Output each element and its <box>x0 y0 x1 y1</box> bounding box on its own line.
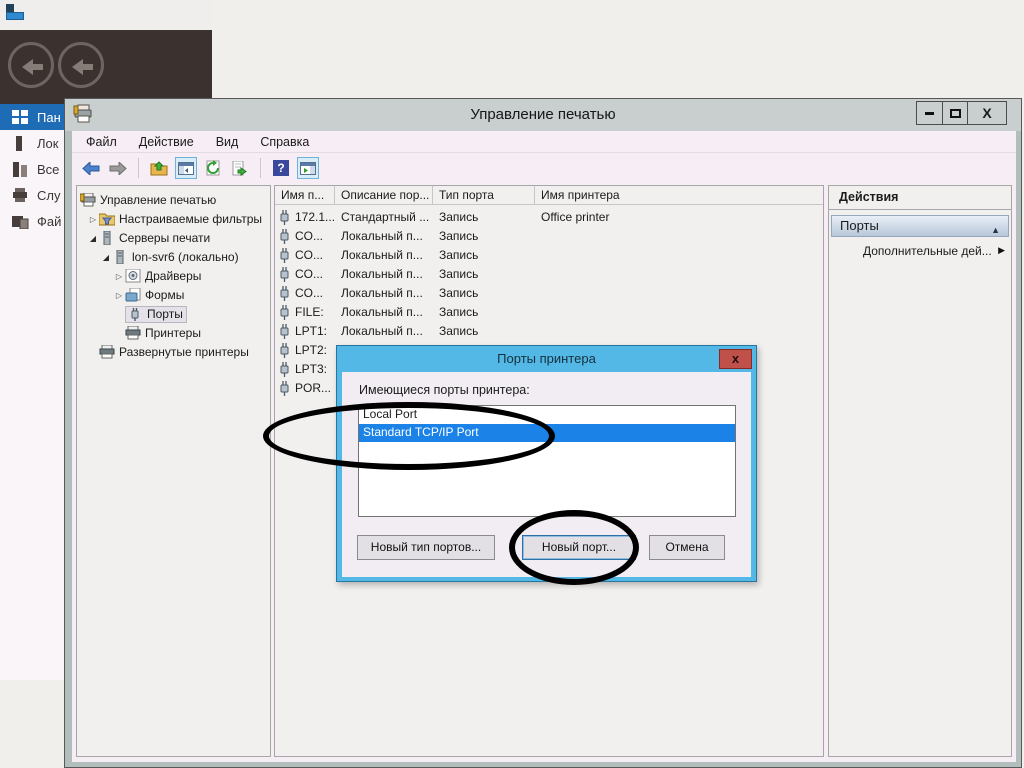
server-manager-navbar <box>0 30 212 104</box>
port-icon <box>131 308 139 321</box>
up-one-level-icon[interactable] <box>148 157 170 179</box>
collapse-section-icon[interactable]: ▲ <box>991 220 1000 240</box>
menu-file[interactable]: Файл <box>86 135 117 149</box>
server-icon <box>116 250 124 264</box>
tree-item-print-management[interactable]: Управление печатью <box>77 191 270 209</box>
column-header-printer-name[interactable]: Имя принтера <box>535 186 821 205</box>
tree-item-printers[interactable]: Принтеры <box>77 324 270 342</box>
console-tree-pane: Управление печатью ▷ Настраиваемые фильт… <box>76 185 271 757</box>
server-manager-icon <box>6 4 24 20</box>
refresh-icon[interactable] <box>202 157 224 179</box>
forward-arrow-icon[interactable] <box>107 157 129 179</box>
more-actions-item[interactable]: Дополнительные дей... ▶ <box>829 244 1011 260</box>
printer-icon <box>125 326 141 340</box>
sidebar-item-label: Фай <box>37 213 62 229</box>
all-servers-icon <box>13 161 27 177</box>
submenu-arrow-icon: ▶ <box>998 245 1005 255</box>
annotation-ellipse-standard-tcpip <box>263 402 555 470</box>
show-action-pane-icon[interactable] <box>297 157 319 179</box>
close-icon: X <box>982 105 992 121</box>
expander-expanded-icon[interactable]: ◢ <box>87 234 99 243</box>
filter-folder-icon <box>99 213 115 226</box>
port-row[interactable]: CO... Локальный п... Запись <box>275 284 823 303</box>
available-ports-label: Имеющиеся порты принтера: <box>359 383 530 397</box>
dialog-close-button[interactable]: x <box>719 349 752 369</box>
selected-tree-item: Порты <box>125 305 187 323</box>
printer-icon <box>80 193 96 207</box>
tree-item-print-servers[interactable]: ◢ Серверы печати <box>77 229 270 247</box>
printer-icon <box>99 345 115 359</box>
actions-section-ports[interactable]: Порты ▲ <box>831 215 1009 237</box>
back-icon[interactable] <box>8 42 54 88</box>
maximize-button[interactable] <box>942 101 968 125</box>
title-bar[interactable]: Управление печатью X <box>65 99 1021 131</box>
port-row[interactable]: LPT1: Локальный п... Запись <box>275 322 823 341</box>
server-icon <box>103 231 111 245</box>
port-row[interactable]: CO... Локальный п... Запись <box>275 227 823 246</box>
close-icon: x <box>731 351 740 366</box>
sidebar-item-label: Все <box>37 161 60 177</box>
file-services-icon <box>12 215 29 229</box>
tree-item-ports[interactable]: Порты <box>77 305 270 323</box>
actions-pane: Действия Порты ▲ Дополнительные дей... ▶ <box>828 185 1012 757</box>
window-title: Управление печатью <box>470 106 616 123</box>
tree-item-lon-svr6[interactable]: ◢ lon-svr6 (локально) <box>77 248 270 266</box>
expander-collapsed-icon[interactable]: ▷ <box>87 215 99 224</box>
port-row[interactable]: FILE: Локальный п... Запись <box>275 303 823 322</box>
minimize-button[interactable] <box>916 101 943 125</box>
port-row[interactable]: CO... Локальный п... Запись <box>275 246 823 265</box>
dashboard-icon <box>12 109 28 124</box>
column-header-port-description[interactable]: Описание пор... <box>335 186 433 205</box>
show-console-tree-icon[interactable] <box>175 157 197 179</box>
export-list-icon[interactable] <box>229 157 251 179</box>
sidebar-item-label: Пан <box>37 109 61 125</box>
back-arrow-icon[interactable] <box>80 157 102 179</box>
drivers-icon <box>125 269 141 283</box>
tree-item-custom-filters[interactable]: ▷ Настраиваемые фильтры <box>77 210 270 228</box>
menu-help[interactable]: Справка <box>260 135 309 149</box>
port-row[interactable]: 172.1... Стандартный ... Запись Office prin… <box>275 208 823 227</box>
cancel-button[interactable]: Отмена <box>649 535 725 560</box>
expander-collapsed-icon[interactable]: ▷ <box>113 272 125 281</box>
menu-bar: Файл Действие Вид Справка <box>72 131 1016 153</box>
column-header-port-name[interactable]: Имя п... <box>275 186 335 205</box>
sidebar-item-label: Слу <box>37 187 61 203</box>
help-icon[interactable]: ? <box>270 157 292 179</box>
sidebar-item-label: Лок <box>37 135 59 151</box>
tree-item-forms[interactable]: ▷ Формы <box>77 286 270 304</box>
list-header-row: Имя п... Описание пор... Тип порта Имя п… <box>275 186 823 205</box>
close-button[interactable]: X <box>967 101 1007 125</box>
menu-view[interactable]: Вид <box>216 135 239 149</box>
print-services-icon <box>13 187 27 202</box>
tree-item-deployed-printers[interactable]: Развернутые принтеры <box>77 343 270 361</box>
server-manager-titlebar <box>0 0 212 30</box>
dialog-title: Порты принтера <box>497 351 596 366</box>
tree-item-drivers[interactable]: ▷ Драйверы <box>77 267 270 285</box>
actions-pane-title: Действия <box>829 186 1011 210</box>
forward-icon[interactable] <box>58 42 104 88</box>
local-server-icon <box>16 135 22 151</box>
minimize-icon <box>925 111 934 115</box>
expander-expanded-icon[interactable]: ◢ <box>100 253 112 262</box>
toolbar: ? <box>72 153 1016 183</box>
port-row[interactable]: CO... Локальный п... Запись <box>275 265 823 284</box>
forms-icon <box>125 288 141 302</box>
maximize-icon <box>949 108 961 118</box>
expander-collapsed-icon[interactable]: ▷ <box>113 291 125 300</box>
annotation-ellipse-new-port-button <box>509 510 639 585</box>
column-header-port-type[interactable]: Тип порта <box>433 186 535 205</box>
new-port-type-button[interactable]: Новый тип портов... <box>357 535 495 560</box>
menu-action[interactable]: Действие <box>139 135 194 149</box>
